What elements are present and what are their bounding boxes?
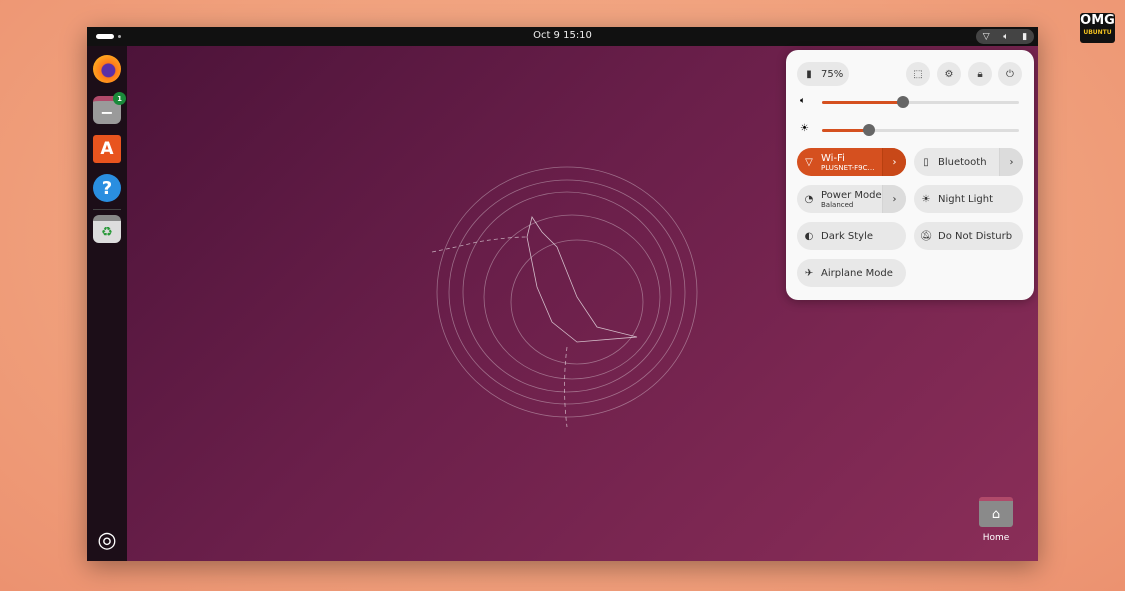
dock-help[interactable]: ? (93, 174, 121, 202)
power-mode-label: Power Mode (821, 189, 882, 201)
home-folder-icon: ⌂ (979, 497, 1013, 527)
bell-off-icon: 🔕︎ (919, 230, 933, 242)
night-light-icon: ☀ (921, 193, 931, 205)
screenshot-icon: ⬚ (913, 68, 923, 80)
power-mode-menu-arrow[interactable]: › (882, 185, 906, 213)
quick-settings-panel: ▮ 75% ⬚ ⚙ 🔒︎ ⏻ 🔈︎ ☀ ▽ Wi-Fi PLUSNET-F9C… › ▯… (786, 50, 1034, 300)
recycle-icon: ♻ (101, 224, 113, 240)
desktop-home-folder[interactable]: ⌂ Home (971, 497, 1021, 543)
gear-icon: ⚙ (944, 68, 954, 80)
bluetooth-toggle[interactable]: ▯ Bluetooth › (914, 148, 1023, 176)
dark-style-icon: ◐ (804, 230, 814, 242)
airplane-label: Airplane Mode (821, 267, 893, 279)
wifi-label: Wi-Fi (821, 152, 845, 164)
clock[interactable]: Oct 9 15:10 (87, 30, 1038, 41)
lock-icon: 🔒︎ (977, 68, 983, 80)
power-button[interactable]: ⏻ (998, 62, 1022, 86)
dock-firefox[interactable] (93, 55, 121, 83)
wifi-toggle[interactable]: ▽ Wi-Fi PLUSNET-F9C… › (797, 148, 906, 176)
battery-icon: ▮ (806, 68, 812, 80)
power-mode-toggle[interactable]: ◔ Power Mode Balanced › (797, 185, 906, 213)
wifi-network: PLUSNET-F9C… (821, 163, 875, 172)
omg-ubuntu-watermark: OMG UBUNTU (1080, 13, 1115, 43)
power-mode-value: Balanced (821, 200, 854, 209)
wifi-icon: ▽ (982, 31, 990, 42)
dock-app-center[interactable]: A (93, 135, 121, 163)
volume-icon: 🔈︎ (800, 96, 806, 106)
brightness-slider-handle[interactable] (863, 124, 876, 136)
volume-slider-handle[interactable] (896, 96, 909, 108)
folder-icon: − (100, 103, 114, 122)
home-label: Home (982, 533, 1010, 543)
airplane-icon: ✈ (804, 267, 814, 279)
volume-slider[interactable] (822, 96, 1019, 108)
bluetooth-menu-arrow[interactable]: › (999, 148, 1023, 176)
app-center-icon: A (100, 139, 114, 159)
lock-button[interactable]: 🔒︎ (968, 62, 992, 86)
help-icon: ? (101, 177, 113, 199)
dark-style-toggle[interactable]: ◐ Dark Style (797, 222, 906, 250)
show-apps-button[interactable]: ◎ (93, 526, 121, 554)
dark-style-label: Dark Style (821, 230, 874, 242)
airplane-mode-toggle[interactable]: ✈ Airplane Mode (797, 259, 906, 287)
bluetooth-icon: ▯ (923, 156, 929, 168)
files-badge: 1 (113, 92, 126, 105)
volume-icon: 🔈︎ (1003, 31, 1009, 42)
power-icon: ⏻ (1006, 68, 1014, 80)
wifi-menu-arrow[interactable]: › (882, 148, 906, 176)
screenshot-button[interactable]: ⬚ (906, 62, 930, 86)
night-light-toggle[interactable]: ☀ Night Light (914, 185, 1023, 213)
battery-button[interactable]: ▮ 75% (797, 62, 849, 86)
gauge-icon: ◔ (804, 193, 814, 205)
wallpaper-kudu-graphic (431, 166, 698, 428)
battery-percent: 75% (821, 68, 844, 80)
bluetooth-label: Bluetooth (938, 156, 987, 168)
wifi-icon: ▽ (805, 156, 813, 168)
brightness-slider[interactable] (822, 124, 1019, 136)
battery-icon: ▮ (1022, 31, 1028, 42)
top-bar: Oct 9 15:10 ▽ 🔈︎ ▮ (87, 27, 1038, 46)
dnd-label: Do Not Disturb (938, 230, 1013, 242)
do-not-disturb-toggle[interactable]: 🔕︎ Do Not Disturb (914, 222, 1023, 250)
dock: − 1 A ? ♻ ◎ (87, 46, 127, 561)
brightness-icon: ☀ (800, 123, 809, 134)
dock-files[interactable]: − 1 (93, 92, 126, 124)
night-light-label: Night Light (938, 193, 993, 205)
desktop-screen: Oct 9 15:10 ▽ 🔈︎ ▮ − 1 A ? ♻ ◎ ⌂ Home ▮ 75%… (87, 27, 1038, 561)
dock-separator (93, 209, 121, 210)
settings-button[interactable]: ⚙ (937, 62, 961, 86)
system-tray[interactable]: ▽ 🔈︎ ▮ (976, 29, 1034, 44)
dock-trash[interactable]: ♻ (93, 215, 121, 243)
ubuntu-logo-icon: ◎ (97, 527, 117, 553)
